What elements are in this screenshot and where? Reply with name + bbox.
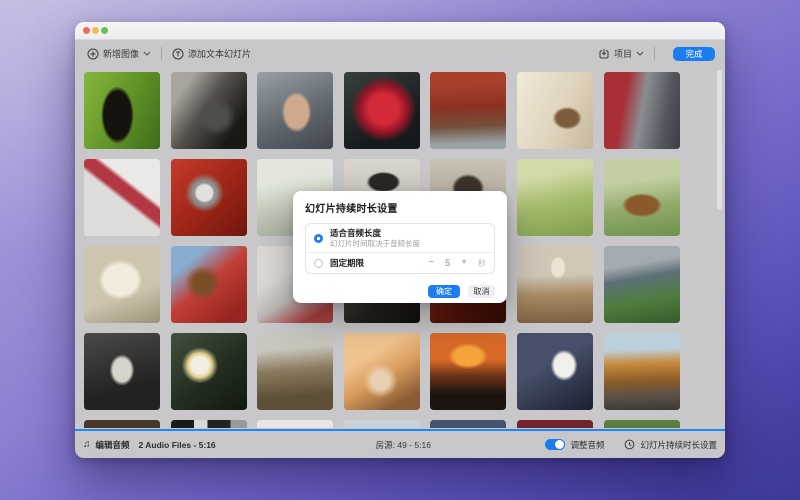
add-text-slide-button[interactable]: 添加文本幻灯片: [170, 47, 253, 60]
photo-green-figures[interactable]: [603, 420, 680, 428]
fullscreen-window-button[interactable]: [101, 27, 108, 34]
cancel-button[interactable]: 取消: [468, 285, 495, 298]
photo-pale-structure[interactable]: [343, 420, 420, 428]
photo-phone-in-hands[interactable]: [343, 333, 420, 410]
add-text-slide-label: 添加文本幻灯片: [188, 49, 252, 59]
fit-audio-description: 幻灯片时间取决于音频长度: [330, 239, 420, 249]
option-fit-audio[interactable]: 适合音频长度 幻灯片时间取决于音频长度: [306, 224, 494, 252]
photo-red-car-headlight[interactable]: [170, 159, 247, 236]
add-image-label: 新增图像: [103, 49, 140, 59]
duration-settings-button[interactable]: 幻灯片持续时长设置: [640, 439, 717, 451]
photo-open-notebook[interactable]: [84, 246, 160, 323]
audio-section: ♫ 编辑音频 2 Audio Files - 5:16: [83, 439, 216, 451]
photo-pale-blossom[interactable]: [257, 420, 334, 428]
photo-vintage-camera[interactable]: [170, 72, 247, 149]
photo-champagne-toast[interactable]: [603, 72, 680, 149]
photo-autumn-road[interactable]: [603, 333, 680, 410]
photo-sunset-silhouette[interactable]: [430, 333, 507, 410]
photo-reading-in-car[interactable]: [516, 333, 593, 410]
radio-fit-audio[interactable]: [314, 233, 323, 243]
desktop-background: 新增图像 添加文本幻灯片 项目 完成 ♫ 编辑音频 2 Audio Files …: [0, 0, 800, 500]
music-note-icon: ♫: [83, 439, 91, 450]
project-label: 项目: [613, 49, 632, 59]
adjust-audio-label: 调整音频: [570, 439, 605, 450]
photo-desert-jumper[interactable]: [516, 246, 593, 323]
radio-fixed-duration[interactable]: [314, 258, 323, 268]
photo-dark-scene-1[interactable]: [84, 420, 160, 428]
photo-harvest-hands[interactable]: [603, 246, 680, 323]
window-titlebar: [75, 22, 725, 40]
slides-info: 房源: 49 - 5:16: [375, 439, 431, 450]
bottom-bar: ♫ 编辑音频 2 Audio Files - 5:16 房源: 49 - 5:1…: [75, 429, 725, 458]
plus-circle-icon: [87, 48, 99, 59]
photo-dry-reeds[interactable]: [257, 333, 334, 410]
stepper-value: 5: [445, 258, 451, 268]
dialog-buttons: 确定 取消: [305, 285, 495, 298]
duration-stepper: − 5 + 秒: [428, 258, 486, 269]
text-circle-icon: [172, 48, 184, 59]
slide-duration-dialog: 幻灯片持续时长设置 适合音频长度 幻灯片时间取决于音频长度 固定期限 − 5 +…: [293, 191, 507, 303]
photo-red-pavilion[interactable]: [430, 72, 507, 149]
photo-red-ribbon-gift[interactable]: [84, 159, 160, 236]
edit-audio-button[interactable]: 编辑音频: [96, 439, 130, 451]
adjust-audio-toggle[interactable]: [545, 439, 566, 450]
photo-football-player[interactable]: [170, 246, 247, 323]
photo-camera-portrait[interactable]: [84, 333, 160, 410]
fit-audio-label: 适合音频长度: [330, 227, 382, 238]
fixed-duration-label: 固定期限: [330, 258, 365, 268]
option-fixed-duration[interactable]: 固定期限 − 5 + 秒: [306, 253, 494, 273]
photo-guitar-on-grass[interactable]: [84, 72, 160, 149]
close-window-button[interactable]: [83, 27, 90, 34]
clock-icon: [625, 439, 635, 450]
chevron-down-icon: [143, 51, 151, 56]
photo-striped-scene[interactable]: [170, 420, 247, 428]
app-window: 新增图像 添加文本幻灯片 项目 完成 ♫ 编辑音频 2 Audio Files …: [75, 22, 725, 458]
stepper-unit-label: 秒: [478, 258, 486, 268]
scrollbar-thumb[interactable]: [717, 70, 722, 210]
traffic-lights: [83, 27, 108, 34]
minimize-window-button[interactable]: [92, 27, 99, 34]
confirm-button[interactable]: 确定: [428, 285, 460, 298]
duration-options-group: 适合音频长度 幻灯片时间取决于音频长度 固定期限 − 5 + 秒: [305, 223, 495, 274]
toolbar-divider: [161, 47, 163, 60]
done-button[interactable]: 完成: [673, 46, 715, 61]
dialog-title: 幻灯片持续时长设置: [305, 204, 398, 215]
project-export-icon: [599, 48, 609, 58]
project-button[interactable]: 项目: [596, 47, 646, 60]
photo-dark-red-scene[interactable]: [516, 420, 593, 428]
toolbar-divider: [654, 47, 655, 60]
photo-water-lily[interactable]: [170, 333, 247, 410]
photo-holding-hands[interactable]: [257, 72, 334, 149]
photo-writing-hand[interactable]: [516, 72, 593, 149]
audio-files-info: 2 Audio Files - 5:16: [138, 439, 216, 450]
photo-wheat-field[interactable]: [516, 159, 593, 236]
bottom-right-controls: 调整音频 幻灯片持续时长设置: [545, 439, 717, 451]
chevron-down-icon: [636, 51, 644, 56]
add-image-button[interactable]: 新增图像: [85, 47, 153, 60]
stepper-increase-button[interactable]: +: [461, 258, 467, 268]
stepper-decrease-button[interactable]: −: [428, 258, 434, 268]
photo-denim-scene[interactable]: [430, 420, 507, 428]
photo-red-rose[interactable]: [343, 72, 420, 149]
toggle-knob: [555, 440, 565, 449]
photo-leather-satchel[interactable]: [603, 159, 680, 236]
toolbar: 新增图像 添加文本幻灯片 项目 完成: [75, 40, 725, 67]
